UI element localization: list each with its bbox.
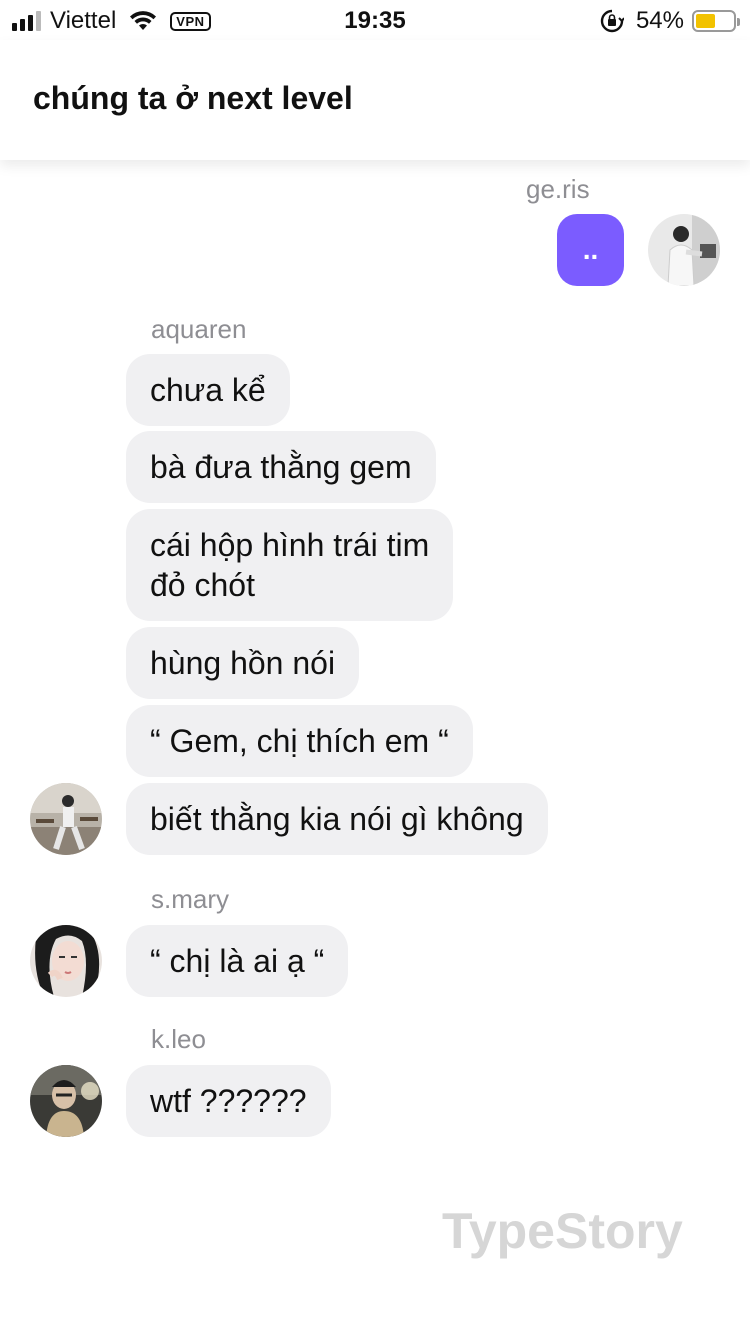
typestory-watermark: TypeStory xyxy=(442,1203,683,1259)
chat-screen: Viettel VPN 19:35 54% chúng ta ở next le… xyxy=(0,0,750,1334)
message-bubble[interactable]: biết thằng kia nói gì không xyxy=(126,783,548,855)
sender-name-aquaren: aquaren xyxy=(151,314,247,344)
status-right: 54% xyxy=(600,7,740,35)
sender-name-geris: ge.ris xyxy=(526,174,590,204)
battery-percent: 54% xyxy=(635,7,684,34)
status-bar: Viettel VPN 19:35 54% xyxy=(0,0,750,40)
sender-name-kleo: k.leo xyxy=(151,1024,206,1054)
message-bubble[interactable]: cái hộp hình trái tim đỏ chót xyxy=(126,509,454,621)
avatar-aquaren[interactable] xyxy=(30,783,102,855)
avatar-kleo[interactable] xyxy=(30,1065,102,1137)
message-bubble[interactable]: chưa kể xyxy=(126,354,290,426)
battery-icon xyxy=(692,10,740,32)
chat-title: chúng ta ở next level xyxy=(33,80,353,116)
avatar-smary[interactable] xyxy=(30,925,102,997)
message-bubble[interactable]: “ Gem, chị thích em “ xyxy=(126,705,473,777)
message-bubble[interactable]: hùng hồn nói xyxy=(126,627,360,699)
message-bubble[interactable]: bà đưa thằng gem xyxy=(126,431,436,503)
battery-level xyxy=(696,14,716,28)
rotation-lock-icon xyxy=(600,9,624,33)
message-bubble[interactable]: “ chị là ai ạ “ xyxy=(126,925,349,997)
avatar-geris[interactable] xyxy=(648,214,720,286)
message-bubble-own[interactable]: .. xyxy=(557,214,624,286)
message-bubble[interactable]: wtf ?????? xyxy=(126,1065,331,1137)
chat-header: chúng ta ở next level xyxy=(0,40,750,160)
battery-cap xyxy=(737,18,740,26)
sender-name-smary: s.mary xyxy=(151,884,229,914)
